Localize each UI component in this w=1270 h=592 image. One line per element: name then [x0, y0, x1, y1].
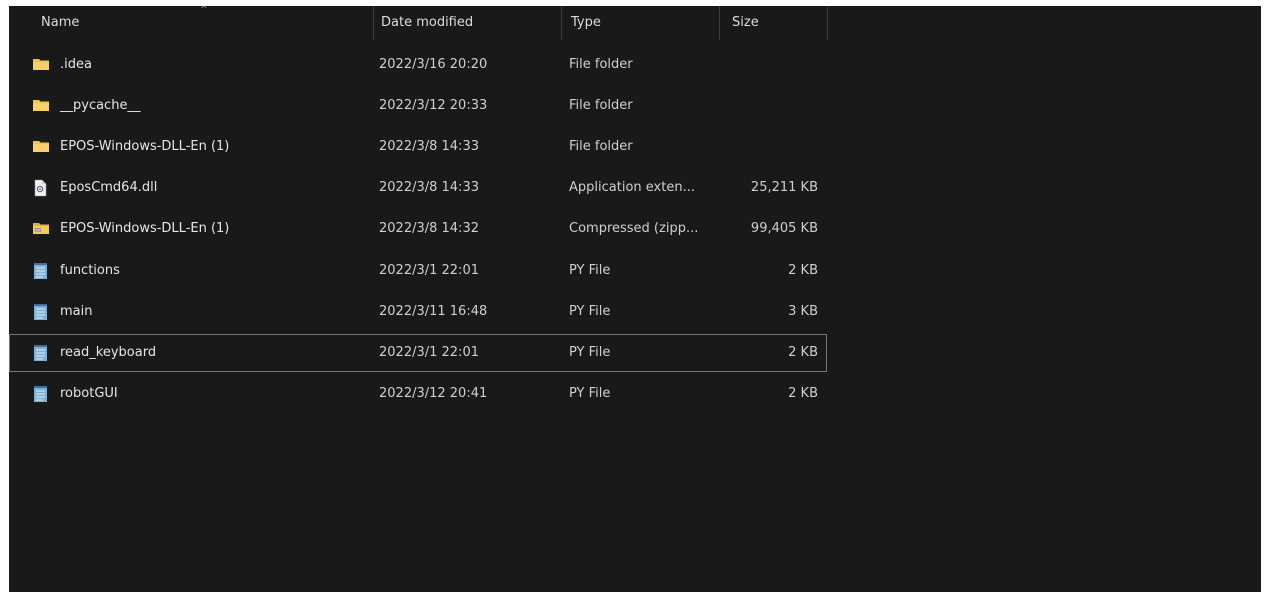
column-header-type[interactable]: Type	[561, 6, 719, 40]
file-explorer-window: Name ^ Date modified Type Size .idea 2022…	[9, 6, 1261, 592]
file-size: 2 KB	[788, 344, 818, 360]
file-row[interactable]: EposCmd64.dll 2022/3/8 14:33 Application e…	[9, 169, 827, 207]
file-date-modified: 2022/3/1 22:01	[379, 262, 479, 278]
folder-icon	[32, 88, 52, 124]
folder-icon	[32, 47, 52, 83]
file-row[interactable]: EPOS-Windows-DLL-En (1) 2022/3/8 14:32 Com…	[9, 210, 827, 248]
file-name: __pycache__	[60, 98, 141, 114]
file-size: 3 KB	[788, 303, 818, 319]
file-name: EposCmd64.dll	[60, 180, 158, 196]
file-name: read_keyboard	[60, 344, 157, 360]
file-type: PY File	[569, 385, 611, 401]
file-type: Application exten...	[569, 180, 695, 196]
file-name: EPOS-Windows-DLL-En (1)	[60, 139, 230, 155]
file-date-modified: 2022/3/1 22:01	[379, 344, 479, 360]
file-type: File folder	[569, 57, 633, 72]
file-name: robotGUI	[60, 385, 118, 401]
file-name: main	[60, 303, 93, 319]
file-row[interactable]: functions 2022/3/1 22:01 PY File 2 KB	[9, 252, 827, 290]
column-header-name[interactable]: Name	[9, 6, 373, 40]
file-type: PY File	[569, 262, 611, 278]
python-file-icon	[32, 335, 52, 371]
file-name: functions	[60, 262, 120, 278]
python-file-icon	[32, 294, 52, 330]
file-name: .idea	[60, 57, 92, 72]
file-row[interactable]: robotGUI 2022/3/12 20:41 PY File 2 KB	[9, 375, 827, 413]
zip-folder-icon	[32, 211, 52, 247]
file-size: 2 KB	[788, 262, 818, 278]
sort-ascending-icon: ^	[200, 6, 208, 15]
file-type: File folder	[569, 139, 633, 155]
file-size: 2 KB	[788, 385, 818, 401]
file-date-modified: 2022/3/8 14:33	[379, 180, 479, 196]
file-row[interactable]: main 2022/3/11 16:48 PY File 3 KB	[9, 293, 827, 331]
column-header-date-modified[interactable]: Date modified	[373, 6, 561, 40]
file-size: 25,211 KB	[750, 180, 818, 196]
file-date-modified: 2022/3/8 14:33	[379, 139, 479, 155]
file-row[interactable]: EPOS-Windows-DLL-En (1) 2022/3/8 14:33 Fil…	[9, 128, 827, 166]
dll-file-icon	[32, 170, 52, 206]
column-divider[interactable]	[827, 6, 828, 40]
file-row[interactable]: __pycache__ 2022/3/12 20:33 File folder	[9, 87, 827, 125]
python-file-icon	[32, 253, 52, 289]
file-date-modified: 2022/3/12 20:41	[379, 385, 488, 401]
file-type: PY File	[569, 344, 611, 360]
file-name: EPOS-Windows-DLL-En (1)	[60, 221, 230, 237]
file-date-modified: 2022/3/12 20:33	[379, 98, 488, 114]
folder-icon	[32, 129, 52, 165]
file-type: PY File	[569, 303, 611, 319]
file-date-modified: 2022/3/16 20:20	[379, 57, 488, 72]
python-file-icon	[32, 376, 52, 412]
file-date-modified: 2022/3/8 14:32	[379, 221, 479, 237]
column-header-bar: Name ^ Date modified Type Size	[9, 6, 1261, 40]
file-date-modified: 2022/3/11 16:48	[379, 303, 488, 319]
file-row[interactable]: read_keyboard 2022/3/1 22:01 PY File 2 KB	[9, 333, 827, 372]
file-row[interactable]: .idea 2022/3/16 20:20 File folder	[9, 46, 827, 84]
file-size: 99,405 KB	[750, 221, 818, 237]
column-header-size[interactable]: Size	[719, 6, 827, 40]
file-type: File folder	[569, 98, 633, 114]
file-type: Compressed (zipp...	[569, 221, 699, 237]
